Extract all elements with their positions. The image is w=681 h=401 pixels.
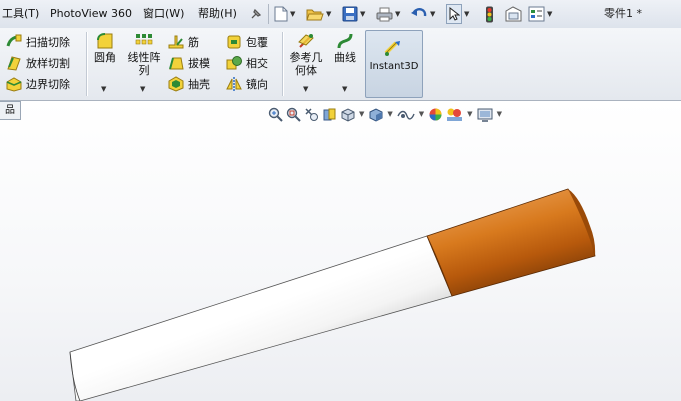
intersect-button[interactable]: 相交 [226,53,268,73]
mirror-icon [226,77,242,91]
menu-tools[interactable]: 工具(T) [2,0,39,28]
draft-label: 拔模 [188,57,210,70]
options-button[interactable]: ▼ [528,5,552,23]
rebuild-button[interactable] [485,5,494,23]
curves-button[interactable]: 曲线 [330,32,360,64]
new-document-icon [274,6,288,22]
print-icon [376,7,393,21]
loft-cut-label: 放样切割 [26,57,70,70]
rib-label: 筋 [188,36,199,49]
reference-geometry-button[interactable]: 参考几何体 [286,32,326,77]
instant3d-button[interactable]: Instant3D [365,30,423,98]
boundary-cut-button[interactable]: 边界切除 [6,74,70,94]
draft-icon [169,57,184,70]
open-icon [306,9,324,20]
sweep-cut-label: 扫描切除 [26,36,70,49]
rebuild-icon [486,6,493,22]
cylinder-model[interactable] [0,101,681,401]
save-icon [342,6,358,22]
wrap-button[interactable]: 包覆 [226,32,268,52]
select-icon [449,7,460,21]
pin-icon[interactable] [249,5,263,23]
reference-geometry-dropdown-icon[interactable]: ▼ [303,85,308,93]
wrap-label: 包覆 [246,36,268,49]
file-properties-button[interactable] [505,5,522,23]
file-properties-icon [505,6,522,22]
mirror-button[interactable]: 镜向 [226,74,268,94]
instant3d-icon [384,41,400,56]
wrap-icon [227,35,241,49]
select-button[interactable]: ▼ [446,4,469,24]
menu-photoview[interactable]: PhotoView 360 [50,0,132,28]
menu-help[interactable]: 帮助(H) [198,0,237,28]
draft-button[interactable]: 拔模 [168,53,210,73]
reference-geometry-label: 参考几何体 [289,51,323,77]
rib-icon [168,35,184,49]
sweep-cut-button[interactable]: 扫描切除 [6,32,70,52]
orange-cylinder-body [426,188,596,297]
instant3d-label: Instant3D [369,61,419,72]
undo-icon [411,8,427,17]
linear-pattern-label: 线性阵列 [127,51,161,77]
fillet-button[interactable]: 圆角 [90,32,120,64]
undo-button[interactable]: ▼ [410,5,435,23]
linear-pattern-dropdown-icon[interactable]: ▼ [140,85,145,93]
menu-bar: 工具(T) PhotoView 360 窗口(W) 帮助(H) ▼ ▼ ▼ ▼ … [0,0,681,29]
curves-label: 曲线 [334,51,356,64]
open-button[interactable]: ▼ [306,5,331,23]
features-ribbon: 扫描切除 放样切割 边界切除 圆角 ▼ 线性阵列 ▼ 筋 拔模 抽壳 包覆 相交… [0,28,681,101]
sweep-cut-icon [6,34,22,47]
print-button[interactable]: ▼ [376,5,400,23]
linear-pattern-icon [135,34,153,45]
curves-icon [337,33,353,49]
save-button[interactable]: ▼ [342,5,365,23]
loft-cut-button[interactable]: 放样切割 [6,53,70,73]
rib-button[interactable]: 筋 [168,32,199,52]
shell-label: 抽壳 [188,78,210,91]
fillet-dropdown-icon[interactable]: ▼ [101,85,106,93]
white-cylinder-body [69,235,453,401]
linear-pattern-button[interactable]: 线性阵列 [123,32,165,77]
loft-cut-icon [7,56,21,71]
document-title: 零件1 * [604,7,642,20]
ribbon-separator [282,32,283,96]
boundary-cut-icon [6,77,22,92]
menu-window[interactable]: 窗口(W) [143,0,184,28]
mirror-label: 镜向 [246,78,268,91]
curves-dropdown-icon[interactable]: ▼ [342,85,347,93]
shell-icon [168,76,184,92]
ribbon-separator [86,32,87,96]
shell-button[interactable]: 抽壳 [168,74,210,94]
boundary-cut-label: 边界切除 [26,78,70,91]
fillet-label: 圆角 [94,51,116,64]
fillet-icon [97,33,113,49]
reference-geometry-icon [298,34,314,48]
options-icon [528,6,545,22]
intersect-label: 相交 [246,57,268,70]
intersect-icon [226,56,242,70]
new-document-button[interactable]: ▼ [274,5,295,23]
